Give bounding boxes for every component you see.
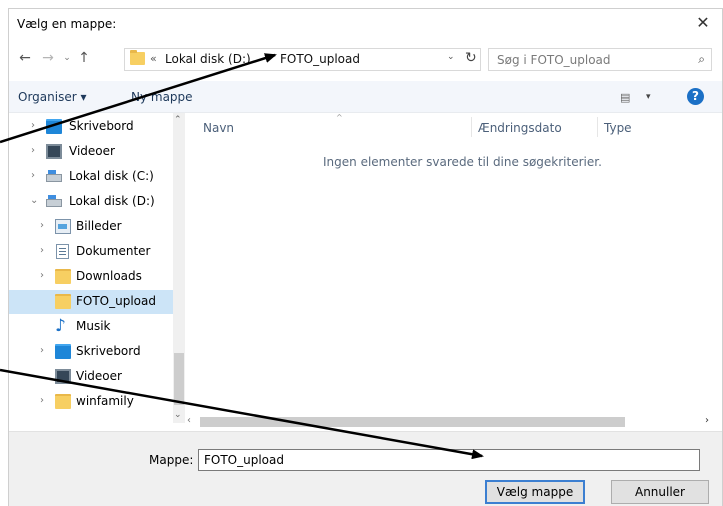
tree-item-videoer-2[interactable]: Videoer: [9, 365, 173, 389]
pictures-icon: [55, 219, 71, 234]
tree-item-label: Videoer: [69, 144, 115, 158]
tree-item-billeder[interactable]: › Billeder: [9, 215, 173, 239]
forward-arrow-icon[interactable]: →: [40, 49, 56, 67]
folder-icon: [130, 50, 145, 65]
expand-chevron-icon[interactable]: ›: [31, 120, 35, 131]
music-note-icon: ♪: [55, 316, 66, 336]
new-folder-button[interactable]: Ny mappe: [131, 90, 193, 104]
expand-chevron-icon[interactable]: ›: [40, 245, 44, 256]
folder-icon: [55, 394, 71, 409]
tree-item-skrivebord-2[interactable]: › Skrivebord: [9, 340, 173, 364]
tree-item-label: Musik: [76, 319, 111, 333]
cancel-button[interactable]: Annuller: [611, 480, 709, 504]
collapse-chevron-icon[interactable]: ⌄: [30, 195, 38, 206]
column-header-row: Navn ^ Ændringsdato Type: [185, 113, 715, 141]
tree-item-musik[interactable]: ♪ Musik: [9, 315, 173, 339]
overflow-chevron-icon[interactable]: «: [150, 52, 157, 65]
help-icon[interactable]: ?: [687, 88, 704, 105]
column-divider[interactable]: [597, 117, 598, 137]
tree-item-lokal-disk-c[interactable]: › Lokal disk (C:): [9, 165, 173, 189]
expand-chevron-icon[interactable]: ›: [40, 270, 44, 281]
column-header-date[interactable]: Ændringsdato: [478, 121, 562, 135]
file-list-horizontal-scrollbar[interactable]: ‹ ›: [185, 415, 715, 429]
desktop-icon: [46, 119, 62, 134]
expand-chevron-icon[interactable]: ›: [40, 345, 44, 356]
tree-item-winfamily[interactable]: › winfamily: [9, 390, 173, 414]
tree-item-label: Downloads: [76, 269, 142, 283]
tree-item-dokumenter[interactable]: › Dokumenter: [9, 240, 173, 264]
view-dropdown-icon[interactable]: ▾: [646, 92, 651, 102]
title-bar: Vælg en mappe: ✕: [9, 9, 722, 39]
tree-item-label: Lokal disk (D:): [69, 194, 155, 208]
breadcrumb-lokal-disk-d[interactable]: Lokal disk (D:): [165, 52, 251, 66]
tree-item-lokal-disk-d[interactable]: ⌄ Lokal disk (D:): [9, 190, 173, 214]
view-options-icon[interactable]: ▤: [620, 91, 630, 104]
drive-icon: [46, 170, 62, 182]
expand-chevron-icon[interactable]: ›: [40, 220, 44, 231]
folder-icon: [55, 294, 71, 309]
search-input[interactable]: [497, 52, 667, 68]
close-button[interactable]: ✕: [694, 13, 712, 33]
folder-name-field[interactable]: [198, 449, 700, 471]
scroll-down-icon[interactable]: ⌄: [174, 410, 182, 420]
address-row: ← → ⌄ ↑ « Lokal disk (D:) › FOTO_upload …: [9, 45, 722, 75]
search-icon[interactable]: ⌕: [698, 52, 705, 67]
tree-item-label: winfamily: [76, 394, 134, 408]
recent-locations-chevron-icon[interactable]: ⌄: [59, 49, 75, 67]
column-divider[interactable]: [471, 117, 472, 137]
address-dropdown-icon[interactable]: ⌄: [447, 52, 455, 62]
back-arrow-icon[interactable]: ←: [17, 49, 33, 67]
folder-icon: [55, 269, 71, 284]
navigation-pane: › Skrivebord › Videoer › Lokal disk (C:)…: [9, 113, 179, 433]
video-icon: [46, 144, 62, 159]
refresh-icon[interactable]: ↻: [465, 50, 477, 66]
folder-field-label: Mappe:: [149, 453, 194, 467]
search-box: ⌕: [488, 48, 712, 71]
documents-icon: [56, 244, 69, 259]
scrollbar-thumb[interactable]: [174, 353, 184, 405]
tree-item-label: Lokal disk (C:): [69, 169, 154, 183]
scrollbar-thumb[interactable]: [200, 417, 625, 427]
address-bar[interactable]: « Lokal disk (D:) › FOTO_upload ⌄ ↻: [124, 48, 481, 71]
scroll-right-icon[interactable]: ›: [705, 415, 709, 426]
tree-item-label: Skrivebord: [69, 119, 134, 133]
dialog-footer: Mappe: Vælg mappe Annuller: [9, 431, 722, 506]
expand-chevron-icon[interactable]: ›: [31, 145, 35, 156]
select-folder-button[interactable]: Vælg mappe: [485, 480, 585, 504]
nav-pane-vertical-scrollbar[interactable]: ⌃ ⌄: [173, 113, 185, 423]
video-icon: [55, 369, 71, 384]
tree-item-label: FOTO_upload: [76, 294, 156, 308]
tree-item-foto-upload[interactable]: FOTO_upload: [9, 290, 173, 314]
command-bar: Organiser ▾ Ny mappe ▤ ▾ ?: [9, 81, 722, 113]
tree-item-skrivebord[interactable]: › Skrivebord: [9, 115, 173, 139]
expand-chevron-icon[interactable]: ›: [40, 395, 44, 406]
organise-menu-button[interactable]: Organiser ▾: [18, 90, 86, 104]
scroll-up-icon[interactable]: ⌃: [174, 115, 182, 125]
column-header-type[interactable]: Type: [604, 121, 632, 135]
sort-ascending-icon: ^: [336, 113, 343, 122]
desktop-icon: [55, 344, 71, 359]
empty-folder-message: Ingen elementer svarede til dine søgekri…: [323, 155, 602, 169]
expand-chevron-icon[interactable]: ›: [31, 170, 35, 181]
folder-picker-dialog: Vælg en mappe: ✕ ← → ⌄ ↑ « Lokal disk (D…: [8, 8, 723, 506]
up-arrow-icon[interactable]: ↑: [76, 49, 92, 67]
tree-item-label: Skrivebord: [76, 344, 141, 358]
tree-item-videoer[interactable]: › Videoer: [9, 140, 173, 164]
scroll-left-icon[interactable]: ‹: [187, 415, 191, 426]
column-header-name[interactable]: Navn: [203, 121, 234, 135]
breadcrumb-foto-upload[interactable]: FOTO_upload: [280, 52, 360, 66]
tree-item-downloads[interactable]: › Downloads: [9, 265, 173, 289]
tree-item-label: Billeder: [76, 219, 122, 233]
drive-icon: [46, 195, 62, 207]
breadcrumb-separator-icon[interactable]: ›: [266, 52, 270, 65]
tree-item-label: Dokumenter: [76, 244, 151, 258]
tree-item-label: Videoer: [76, 369, 122, 383]
dialog-title: Vælg en mappe:: [17, 17, 117, 31]
